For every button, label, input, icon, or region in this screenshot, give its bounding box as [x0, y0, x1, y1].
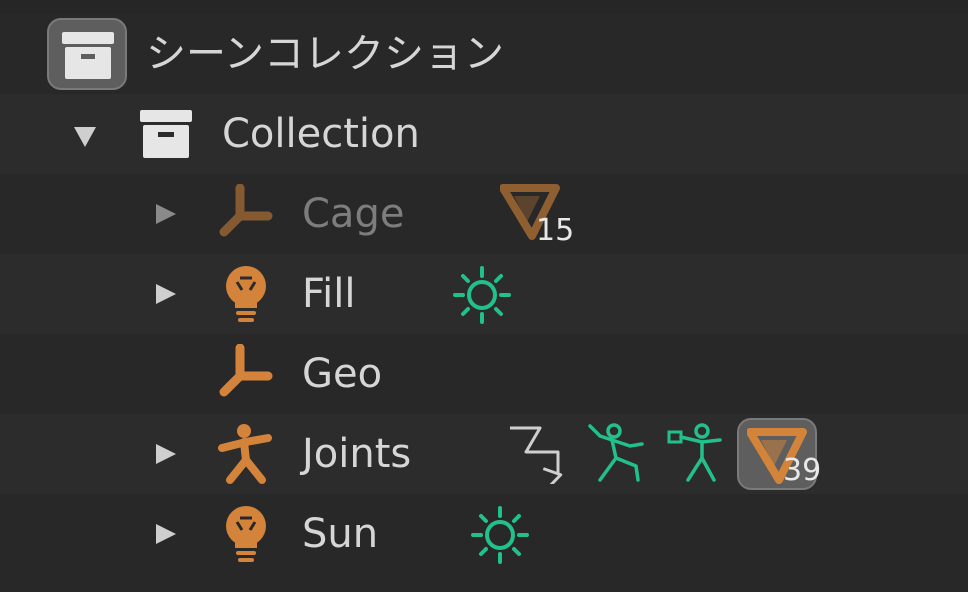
sun-light-icon[interactable]: [452, 266, 512, 324]
object-name-geo[interactable]: Geo: [302, 334, 382, 414]
outliner-row-fill[interactable]: Fill: [0, 254, 968, 334]
sun-light-icon[interactable]: [470, 506, 530, 564]
armature-object-icon: [218, 424, 272, 484]
scene-collection-row[interactable]: シーンコレクション: [0, 14, 968, 94]
vertex-group-count-joints: 39: [783, 453, 822, 488]
armature-data-icon: [219, 184, 273, 237]
collapse-triangle-icon[interactable]: [74, 127, 96, 147]
pose-armature-data-icon[interactable]: [666, 422, 728, 486]
collection-label: Collection: [222, 111, 420, 157]
collection-row[interactable]: Collection: [0, 94, 968, 174]
outliner-panel: シーンコレクション Collection Cage 15 Fill Geo Jo…: [0, 0, 968, 592]
light-bulb-icon: [226, 266, 266, 322]
outliner-row-cage[interactable]: Cage 15: [0, 174, 968, 254]
outliner-row-sun[interactable]: Sun: [0, 494, 968, 574]
light-bulb-icon: [226, 506, 266, 562]
object-name-cage[interactable]: Cage: [302, 174, 404, 254]
expand-triangle-icon[interactable]: [156, 284, 176, 304]
scene-collection-icon-box: [47, 18, 127, 90]
parent-arrow-icon[interactable]: [506, 422, 568, 484]
outliner-row-geo[interactable]: Geo: [0, 334, 968, 414]
armature-data-icon: [219, 344, 273, 397]
top-strip: [0, 0, 968, 14]
pose-running-icon[interactable]: [586, 422, 648, 486]
object-name-joints[interactable]: Joints: [302, 414, 411, 494]
expand-triangle-icon[interactable]: [156, 204, 176, 224]
vertex-group-count-cage: 15: [536, 213, 575, 248]
expand-triangle-icon[interactable]: [156, 524, 176, 544]
outliner-row-joints[interactable]: Joints 39: [0, 414, 968, 494]
expand-triangle-icon[interactable]: [156, 444, 176, 464]
object-name-sun[interactable]: Sun: [302, 494, 378, 574]
scene-collection-label: シーンコレクション: [146, 31, 504, 77]
object-name-fill[interactable]: Fill: [302, 254, 355, 334]
archive-box-icon: [62, 32, 114, 79]
collection-box-icon: [140, 110, 192, 158]
